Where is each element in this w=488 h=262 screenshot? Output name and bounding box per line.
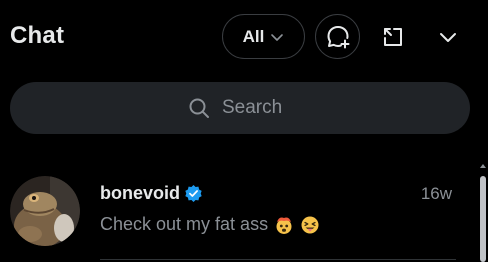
- search-input[interactable]: [222, 97, 292, 119]
- scrollbar[interactable]: [478, 160, 488, 262]
- scroll-up-arrow-icon[interactable]: [479, 162, 487, 170]
- new-chat-button[interactable]: [315, 14, 360, 59]
- conversation-item[interactable]: bonevoid 16w Check out my fat ass: [0, 162, 476, 262]
- chat-header: Chat All: [0, 0, 488, 72]
- chevron-down-icon: [440, 33, 456, 42]
- expand-button[interactable]: [378, 22, 408, 52]
- tongue-out-emoji-icon: [301, 216, 319, 233]
- filter-dropdown[interactable]: All: [222, 14, 305, 59]
- new-message-icon: [327, 25, 349, 48]
- search-icon: [189, 98, 209, 118]
- conversation-preview: Check out my fat ass: [100, 214, 320, 235]
- scrollbar-thumb[interactable]: [480, 176, 486, 262]
- avatar: [10, 176, 80, 246]
- verified-badge-icon: [185, 184, 202, 203]
- exploding-head-emoji-icon: [276, 217, 292, 234]
- last-message-text: Check out my fat ass: [100, 214, 269, 234]
- conversation-name: bonevoid: [100, 183, 180, 203]
- conversation-time: 16w: [420, 184, 452, 203]
- search-bar[interactable]: [10, 82, 470, 134]
- chat-panel: Chat All Search bonevoid 16w Check out m…: [0, 0, 488, 262]
- conversation-header: bonevoid: [100, 183, 203, 204]
- expand-icon: [384, 28, 402, 46]
- divider: [100, 259, 456, 260]
- chevron-down-icon: [271, 33, 284, 41]
- filter-label: All: [242, 26, 265, 46]
- collapse-button[interactable]: [433, 22, 463, 52]
- page-title: Chat: [10, 22, 65, 49]
